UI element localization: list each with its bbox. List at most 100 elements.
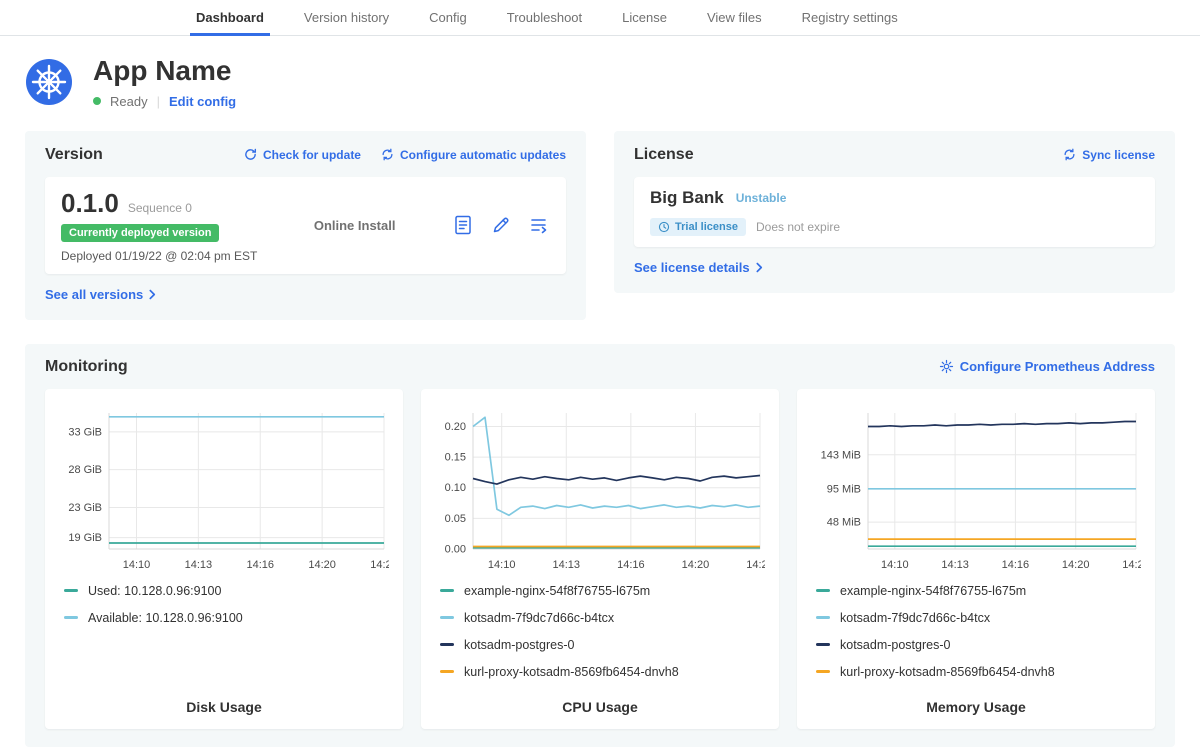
monitoring-header: Monitoring Configure Prometheus Address <box>45 358 1155 376</box>
legend-label: kurl-proxy-kotsadm-8569fb6454-dnvh8 <box>840 665 1055 679</box>
link-label: Sync license <box>1082 148 1155 162</box>
svg-text:0.20: 0.20 <box>445 421 466 433</box>
cpu-usage-legend: example-nginx-54f8f76755-l675m kotsadm-7f… <box>435 584 765 679</box>
check-for-update-link[interactable]: Check for update <box>244 148 361 162</box>
legend-color-dash <box>816 643 830 646</box>
version-panel: Version Check for update Configure autom… <box>25 131 586 320</box>
tab-troubleshoot[interactable]: Troubleshoot <box>487 0 602 35</box>
deployed-badge: Currently deployed version <box>61 224 219 242</box>
legend-item: kurl-proxy-kotsadm-8569fb6454-dnvh8 <box>440 665 765 679</box>
legend-label: example-nginx-54f8f76755-l675m <box>840 584 1026 598</box>
deploy-logs-icon[interactable] <box>528 214 550 236</box>
legend-item: example-nginx-54f8f76755-l675m <box>440 584 765 598</box>
auto-update-icon <box>381 148 394 161</box>
legend-color-dash <box>64 616 78 619</box>
status-dot <box>93 97 101 105</box>
tab-registry-settings[interactable]: Registry settings <box>782 0 918 35</box>
sync-icon <box>1063 148 1076 161</box>
svg-text:14:20: 14:20 <box>1062 559 1090 571</box>
legend-label: kotsadm-7f9dc7d66c-b4tcx <box>464 611 614 625</box>
sync-license-link[interactable]: Sync license <box>1063 148 1155 162</box>
svg-text:0.00: 0.00 <box>445 543 466 555</box>
configure-prometheus-link[interactable]: Configure Prometheus Address <box>939 359 1155 374</box>
app-title: App Name <box>93 56 236 87</box>
svg-text:48 MiB: 48 MiB <box>827 516 861 528</box>
legend-color-dash <box>440 643 454 646</box>
svg-text:14:16: 14:16 <box>617 559 645 571</box>
tab-version-history[interactable]: Version history <box>284 0 409 35</box>
legend-item: kotsadm-7f9dc7d66c-b4tcx <box>440 611 765 625</box>
app-status-label: Ready <box>110 94 148 109</box>
disk-usage-card: 33 GiB 28 GiB 23 GiB 19 GiB 14:10 14:13 14:16 1… <box>45 389 403 729</box>
badge-label: Trial license <box>675 221 738 233</box>
svg-text:23 GiB: 23 GiB <box>68 502 102 514</box>
disk-usage-chart: 33 GiB 28 GiB 23 GiB 19 GiB 14:10 14:13 14:16 1… <box>59 403 389 575</box>
chevron-right-icon <box>149 289 156 300</box>
chart-title: CPU Usage <box>435 691 765 715</box>
legend-color-dash <box>816 616 830 619</box>
license-panel-header: License Sync license <box>634 146 1155 164</box>
svg-text:14:13: 14:13 <box>185 559 213 571</box>
cpu-usage-chart: 0.200.150.100.050.0014:1014:1314:1614:20… <box>435 403 765 575</box>
tab-dashboard[interactable]: Dashboard <box>176 0 284 35</box>
gear-icon <box>939 359 954 374</box>
legend-item: Available: 10.128.0.96:9100 <box>64 611 389 625</box>
license-customer-name: Big Bank <box>650 188 724 208</box>
tab-config[interactable]: Config <box>409 0 487 35</box>
version-action-icons <box>452 214 550 236</box>
version-title: Version <box>45 146 103 164</box>
chart-title: Memory Usage <box>811 691 1141 715</box>
see-all-versions-link[interactable]: See all versions <box>45 287 156 302</box>
svg-text:14:10: 14:10 <box>123 559 151 571</box>
legend-label: kotsadm-postgres-0 <box>840 638 950 652</box>
legend-label: kurl-proxy-kotsadm-8569fb6454-dnvh8 <box>464 665 679 679</box>
legend-item: kotsadm-7f9dc7d66c-b4tcx <box>816 611 1141 625</box>
edit-config-link[interactable]: Edit config <box>169 94 236 109</box>
svg-text:28 GiB: 28 GiB <box>68 464 102 476</box>
legend-label: example-nginx-54f8f76755-l675m <box>464 584 650 598</box>
link-label: See license details <box>634 260 750 275</box>
memory-usage-card: 143 MiB95 MiB48 MiB14:1014:1314:1614:201… <box>797 389 1155 729</box>
svg-text:14:16: 14:16 <box>246 559 274 571</box>
kubernetes-logo-icon <box>25 58 73 106</box>
monitoring-panel: Monitoring Configure Prometheus Address … <box>25 344 1175 747</box>
link-label: Configure Prometheus Address <box>960 359 1155 374</box>
refresh-icon <box>244 148 257 161</box>
app-header: App Name Ready Edit config <box>0 36 1200 111</box>
svg-text:14:13: 14:13 <box>941 559 969 571</box>
version-panel-header: Version Check for update Configure autom… <box>45 146 566 164</box>
legend-item: example-nginx-54f8f76755-l675m <box>816 584 1141 598</box>
svg-text:14:20: 14:20 <box>308 559 336 571</box>
svg-text:0.10: 0.10 <box>445 482 466 494</box>
svg-text:33 GiB: 33 GiB <box>68 426 102 438</box>
svg-text:0.05: 0.05 <box>445 513 466 525</box>
app-header-text: App Name Ready Edit config <box>93 56 236 109</box>
deployed-timestamp: Deployed 01/19/22 @ 02:04 pm EST <box>61 249 257 263</box>
svg-text:19 GiB: 19 GiB <box>68 532 102 544</box>
link-label: Check for update <box>263 148 361 162</box>
chart-title: Disk Usage <box>59 691 389 715</box>
trial-license-badge: Trial license <box>650 218 746 236</box>
legend-color-dash <box>440 670 454 673</box>
edit-version-config-icon[interactable] <box>490 214 512 236</box>
svg-text:14:10: 14:10 <box>488 559 516 571</box>
svg-text:14:23: 14:23 <box>746 559 765 571</box>
legend-item: kurl-proxy-kotsadm-8569fb6454-dnvh8 <box>816 665 1141 679</box>
release-notes-icon[interactable] <box>452 214 474 236</box>
see-license-details-link[interactable]: See license details <box>634 260 763 275</box>
memory-usage-legend: example-nginx-54f8f76755-l675m kotsadm-7f… <box>811 584 1141 679</box>
legend-color-dash <box>64 589 78 592</box>
legend-label: kotsadm-postgres-0 <box>464 638 574 652</box>
link-label: Configure automatic updates <box>400 148 566 162</box>
configure-automatic-updates-link[interactable]: Configure automatic updates <box>381 148 566 162</box>
tab-license[interactable]: License <box>602 0 687 35</box>
legend-item: Used: 10.128.0.96:9100 <box>64 584 389 598</box>
top-nav: Dashboard Version history Config Trouble… <box>0 0 1200 36</box>
license-title: License <box>634 146 694 164</box>
legend-color-dash <box>816 670 830 673</box>
current-version-card: 0.1.0 Sequence 0 Currently deployed vers… <box>45 177 566 274</box>
tab-view-files[interactable]: View files <box>687 0 782 35</box>
legend-item: kotsadm-postgres-0 <box>816 638 1141 652</box>
svg-text:95 MiB: 95 MiB <box>827 483 861 495</box>
app-status-row: Ready Edit config <box>93 94 236 109</box>
